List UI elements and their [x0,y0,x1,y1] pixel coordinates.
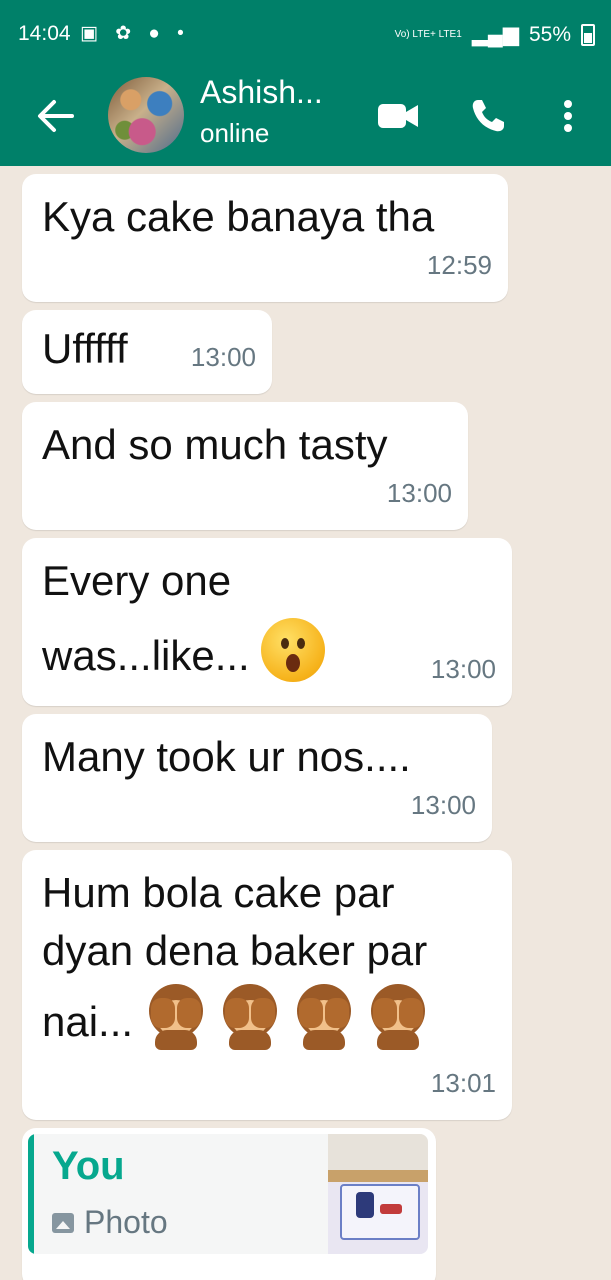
voice-call-icon[interactable] [468,96,508,136]
message-text-line: nai... [42,998,134,1045]
network-indicator: Vo) LTE+ LTE1 [394,29,462,40]
video-call-icon[interactable] [376,96,420,136]
chat-area[interactable]: Kya cake banaya tha 12:59 Ufffff 13:00 A… [0,166,611,1280]
message-time: 13:00 [386,478,452,508]
contact-name[interactable]: Ashish... [200,74,323,111]
see-no-evil-monkey-icon [219,984,281,1050]
cake-figure [380,1204,402,1214]
message-time: 13:00 [190,342,256,372]
status-right: Vo) LTE+ LTE1 ▂▄▆ 55% [395,22,595,47]
message-text-line: was...like... [42,632,250,679]
cake-figure [356,1192,374,1218]
quoted-author: You [52,1144,125,1188]
message-time: 13:00 [430,654,496,684]
reply-message-bubble[interactable]: You Photo [22,1128,436,1280]
message-text: And so much tasty [42,421,388,468]
back-arrow-icon[interactable] [34,94,78,138]
message-bubble[interactable]: Hum bola cake par dyan dena baker par na… [22,850,512,1120]
message-text: Kya cake banaya tha [42,193,435,240]
quoted-type-label: Photo [84,1204,168,1240]
quoted-message[interactable]: You Photo [28,1134,428,1254]
message-bubble[interactable]: Many took ur nos.... 13:00 [22,714,492,842]
contact-avatar[interactable] [108,77,184,153]
message-bubble[interactable]: Ufffff 13:00 [22,310,272,394]
more-options-icon[interactable] [548,96,588,136]
message-text-line: Hum bola cake par [42,869,395,916]
quoted-photo-thumbnail [328,1134,428,1254]
battery-percent: 55% [528,22,571,46]
status-bar: 14:04 ▣ ✿ ● • Vo) LTE+ LTE1 ▂▄▆ 55% [0,0,611,72]
message-bubble[interactable]: Every one was...like... 13:00 [22,538,512,706]
chat-header: Ashish... online [0,72,611,166]
message-text-line: Every one [42,557,232,604]
signal-icon: ▂▄▆ [471,23,519,46]
photo-icon [52,1212,74,1233]
quote-accent-bar [28,1134,34,1254]
quoted-type: Photo [52,1204,168,1241]
message-time: 12:59 [426,250,492,280]
notification-icons: ▣ ✿ ● • [80,23,190,44]
message-bubble[interactable]: Kya cake banaya tha 12:59 [22,174,508,302]
status-time: 14:04 [18,22,71,45]
battery-icon [581,23,595,46]
message-time: 13:00 [410,790,476,820]
message-bubble[interactable]: And so much tasty 13:00 [22,402,468,530]
message-text: Many took ur nos.... [42,733,411,780]
see-no-evil-monkey-icon [367,984,429,1050]
message-text: Ufffff [42,325,128,372]
contact-status: online [200,118,270,148]
message-time: 13:01 [430,1068,496,1098]
message-text-line: dyan dena baker par [42,927,428,974]
see-no-evil-monkey-icon [145,984,207,1050]
see-no-evil-monkey-icon [293,984,355,1050]
astonished-face-icon [261,618,326,682]
